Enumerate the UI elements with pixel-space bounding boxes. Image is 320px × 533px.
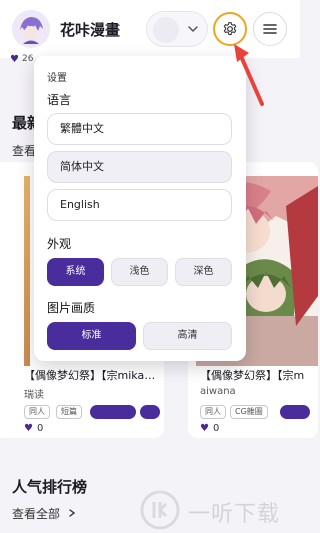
gear-icon — [223, 22, 237, 36]
annotation-arrow-icon — [234, 44, 264, 106]
app-title: 花咔漫畫 — [60, 21, 121, 39]
tag[interactable] — [90, 405, 136, 419]
likes-count: 0 — [212, 423, 220, 434]
appearance-option-light[interactable]: 浅色 — [111, 258, 168, 286]
language-option-traditional-chinese[interactable]: 繁體中文 — [47, 113, 232, 145]
tag[interactable]: 同人 — [24, 405, 50, 419]
image-quality-hd[interactable]: 高清 — [143, 322, 232, 350]
avatar — [153, 17, 179, 43]
tag[interactable]: 同人 — [200, 405, 226, 419]
appearance-option-system[interactable]: 系统 — [47, 258, 104, 286]
likes: ♥ 0 — [24, 423, 43, 434]
watermark-text: 一听下载 — [188, 502, 281, 527]
account-switcher[interactable] — [146, 11, 208, 47]
comic-author: aiwana — [200, 386, 236, 397]
tag[interactable]: CG雜圖 — [230, 405, 268, 419]
section-title-ranking: 人气排行榜 — [12, 478, 88, 496]
settings-heading: 设置 — [47, 73, 67, 84]
comic-title: 【偶像梦幻祭】【宗m — [200, 369, 305, 382]
stats-count: 26 — [22, 54, 34, 64]
comic-cover — [24, 176, 30, 366]
likes-count: 0 — [36, 423, 44, 434]
comic-title: 【偶像梦幻祭】【宗mika… — [24, 369, 156, 382]
view-all-label: 查看全部 — [12, 507, 61, 521]
comic-author: 瑞读 — [24, 390, 44, 401]
watermark-logo — [140, 490, 180, 530]
chevron-right-icon — [69, 509, 76, 517]
tag[interactable] — [140, 405, 160, 419]
ranking-view-all[interactable]: 查看全部 — [12, 505, 77, 522]
tag[interactable] — [280, 405, 310, 419]
heart-icon: ♥ — [10, 54, 19, 65]
watermark: 一听下载 — [140, 490, 300, 530]
settings-button[interactable] — [213, 12, 247, 46]
likes: ♥ 0 — [200, 423, 219, 434]
menu-icon — [263, 24, 277, 34]
chevron-down-icon — [188, 26, 198, 33]
language-option-english[interactable]: English — [47, 189, 232, 221]
heart-icon: ♥ — [24, 423, 33, 434]
app-logo[interactable] — [12, 10, 50, 48]
appearance-option-dark[interactable]: 深色 — [175, 258, 232, 286]
appearance-label: 外观 — [47, 237, 72, 251]
language-label: 语言 — [47, 93, 72, 107]
settings-dropdown: 设置 语言 繁體中文 简体中文 English 外观 系统 浅色 深色 图片画质… — [34, 56, 246, 361]
heart-icon: ♥ — [200, 423, 209, 434]
image-quality-standard[interactable]: 标准 — [47, 322, 136, 350]
menu-button[interactable] — [253, 12, 287, 46]
tag[interactable]: 短篇 — [56, 405, 82, 419]
language-option-simplified-chinese[interactable]: 简体中文 — [47, 151, 232, 183]
section-view-more[interactable]: 查看 — [12, 142, 36, 159]
image-quality-label: 图片画质 — [47, 301, 96, 315]
